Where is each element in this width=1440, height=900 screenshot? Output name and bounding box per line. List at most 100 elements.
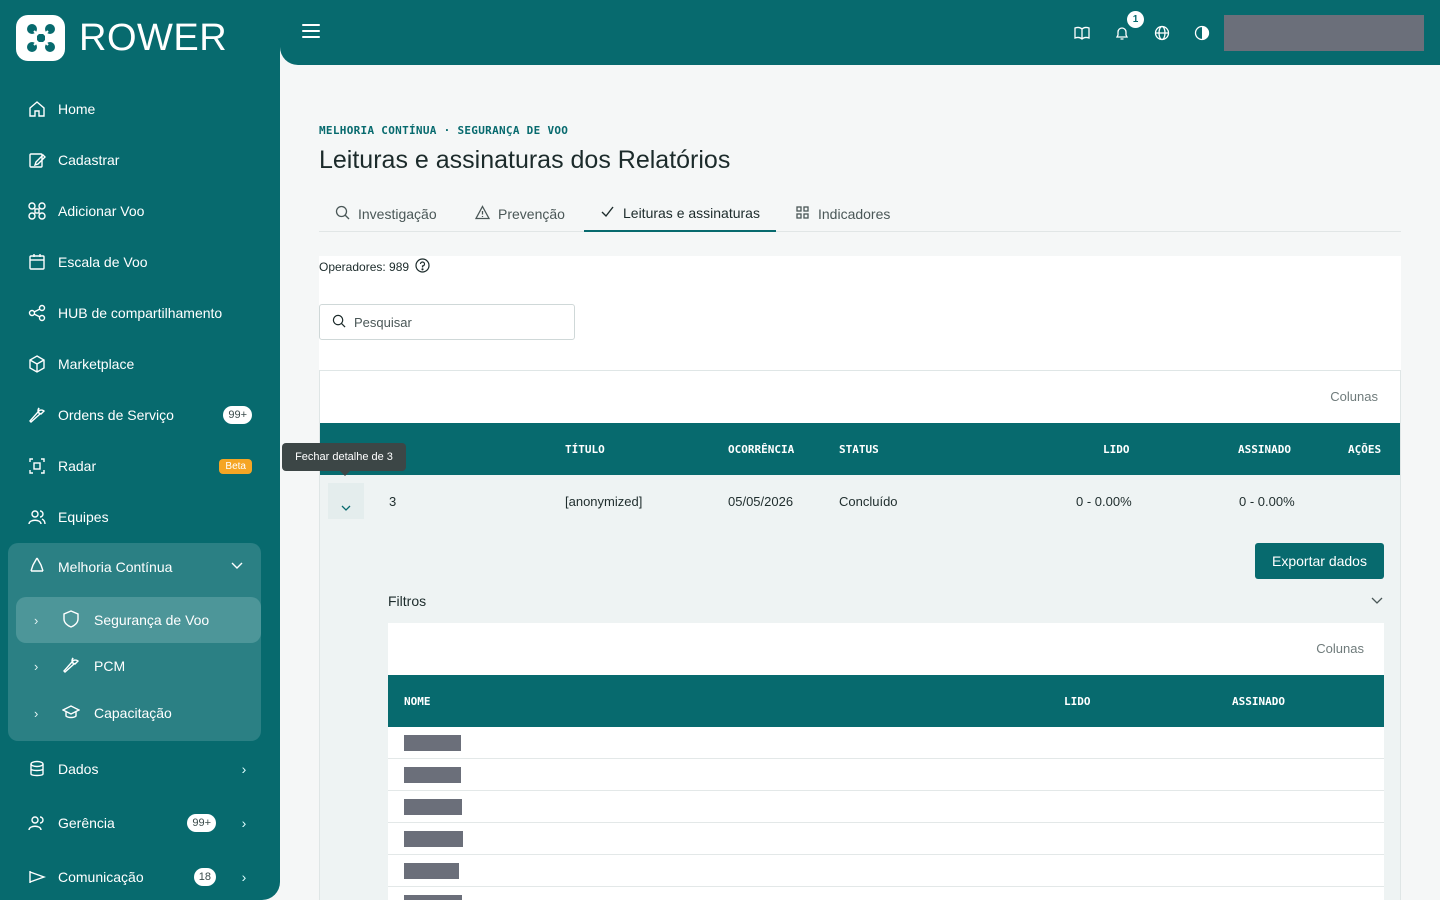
beta-badge: Beta — [219, 458, 252, 474]
help-icon[interactable] — [415, 258, 430, 276]
chevron-right-icon: › — [34, 705, 39, 721]
sidebar-item-label: Comunicação — [58, 869, 144, 885]
logo-text: ROWER — [79, 16, 228, 59]
tab-label: Investigação — [358, 206, 437, 222]
wrench-icon — [62, 656, 80, 677]
sidebar-item-label: Segurança de Voo — [94, 612, 210, 628]
redacted-name — [404, 735, 461, 751]
sidebar-item-label: Home — [58, 101, 96, 117]
readers-table: Colunas NOME LIDO ASSINADO — [388, 623, 1384, 900]
theme-toggle-icon[interactable] — [1194, 25, 1210, 41]
sidebar-item-escala-de-voo[interactable]: Escala de Voo — [28, 250, 252, 274]
header-actions: AÇÕES — [1348, 443, 1382, 456]
sidebar: ROWER Home Cadastrar Adicionar Voo Escal… — [0, 0, 280, 900]
sidebar-item-cadastrar[interactable]: Cadastrar — [28, 148, 252, 172]
export-data-button[interactable]: Exportar dados — [1255, 543, 1384, 579]
sidebar-group-header[interactable]: Melhoria Contínua — [28, 556, 244, 577]
table-row — [388, 727, 1384, 759]
drone-logo-icon — [16, 15, 65, 61]
notification-badge: 1 — [1127, 11, 1144, 28]
sidebar-item-label: HUB de compartilhamento — [58, 305, 223, 321]
sidebar-item-home[interactable]: Home — [28, 97, 252, 121]
sidebar-item-label: Gerência — [58, 815, 115, 831]
table-row — [388, 791, 1384, 823]
tab-label: Prevenção — [498, 206, 565, 222]
chevron-down-icon — [230, 558, 244, 575]
sidebar-item-ordens-de-servico[interactable]: Ordens de Serviço 99+ — [28, 403, 252, 427]
header-occurrence[interactable]: OCORRÊNCIA — [728, 443, 794, 456]
sidebar-item-label: Adicionar Voo — [58, 203, 145, 219]
recycle-icon — [28, 556, 46, 577]
tab-bar: Investigação Prevenção Leituras e assina… — [319, 196, 1401, 232]
sidebar-item-adicionar-voo[interactable]: Adicionar Voo — [28, 199, 252, 223]
table-row — [388, 823, 1384, 855]
header-read[interactable]: LIDO — [1064, 695, 1091, 708]
chevron-down-icon — [340, 502, 352, 517]
search-icon — [332, 314, 346, 331]
home-icon — [28, 100, 46, 118]
sidebar-item-label: Equipes — [58, 509, 109, 525]
columns-button[interactable]: Colunas — [1330, 389, 1378, 404]
header-signed[interactable]: ASSINADO — [1232, 695, 1285, 708]
search-placeholder: Pesquisar — [354, 314, 412, 330]
sidebar-item-seguranca-de-voo[interactable]: › Segurança de Voo — [16, 597, 261, 643]
header-status[interactable]: STATUS — [839, 443, 879, 456]
count-badge: 99+ — [187, 814, 216, 832]
graduation-cap-icon — [61, 703, 81, 724]
breadcrumb: MELHORIA CONTÍNUA · SEGURANÇA DE VOO — [319, 124, 569, 137]
sidebar-item-dados[interactable]: Dados › — [28, 757, 252, 781]
operators-label: Operadores: 989 — [319, 260, 410, 274]
box-icon — [28, 355, 46, 373]
table-row[interactable]: 3 [anonymized] 05/05/2026 Concluído 0 - … — [320, 475, 1400, 527]
logo[interactable]: ROWER — [16, 15, 227, 61]
header-name[interactable]: NOME — [404, 695, 431, 708]
sidebar-group-melhoria-continua: Melhoria Contínua › Segurança de Voo › P… — [8, 543, 261, 741]
filters-toggle[interactable]: Filtros — [388, 593, 1384, 610]
tooltip: Fechar detalhe de 3 — [282, 443, 406, 476]
globe-icon[interactable] — [1154, 25, 1170, 41]
bell-icon[interactable] — [1114, 25, 1130, 41]
sidebar-item-equipes[interactable]: Equipes — [28, 505, 252, 529]
sidebar-item-label: Ordens de Serviço — [58, 407, 174, 423]
row-detail-panel: Exportar dados Filtros Colunas NOME LIDO… — [320, 527, 1400, 900]
collapse-row-button[interactable] — [328, 483, 364, 519]
sidebar-item-marketplace[interactable]: Marketplace — [28, 352, 252, 376]
tab-investigacao[interactable]: Investigação — [319, 196, 453, 232]
user-menu[interactable] — [1224, 15, 1424, 51]
header-read[interactable]: LIDO — [1103, 443, 1130, 456]
sidebar-item-hub[interactable]: HUB de compartilhamento — [28, 301, 252, 325]
columns-button[interactable]: Colunas — [1316, 641, 1364, 656]
content-panel: Operadores: 989 Pesquisar Colunas ID TÍT… — [319, 256, 1401, 900]
chevron-right-icon: › — [241, 761, 247, 777]
sidebar-item-radar[interactable]: Radar Beta — [28, 454, 252, 478]
chevron-right-icon: › — [241, 815, 247, 831]
sidebar-item-label: Dados — [58, 761, 99, 777]
megaphone-icon — [28, 868, 46, 886]
sidebar-item-capacitacao[interactable]: › Capacitação — [16, 690, 261, 736]
users-icon — [28, 814, 46, 832]
tab-indicadores[interactable]: Indicadores — [779, 196, 906, 232]
chevron-down-icon — [1370, 593, 1384, 610]
search-input[interactable]: Pesquisar — [319, 304, 575, 340]
book-icon[interactable] — [1074, 25, 1090, 41]
header-title[interactable]: TÍTULO — [565, 443, 605, 456]
chevron-right-icon: › — [34, 658, 39, 674]
edit-icon — [28, 151, 46, 169]
tab-leituras-e-assinaturas[interactable]: Leituras e assinaturas — [584, 196, 776, 232]
cell-title: [anonymized] — [565, 494, 643, 509]
sidebar-item-label: PCM — [94, 658, 126, 674]
header-signed[interactable]: ASSINADO — [1238, 443, 1291, 456]
page-title: Leituras e assinaturas dos Relatórios — [319, 146, 731, 174]
redacted-name — [404, 895, 462, 900]
sidebar-item-label: Marketplace — [58, 356, 135, 372]
tab-prevencao[interactable]: Prevenção — [459, 196, 581, 232]
tab-label: Indicadores — [818, 206, 891, 222]
radar-icon — [28, 457, 46, 475]
database-icon — [28, 760, 46, 778]
sidebar-item-comunicacao[interactable]: Comunicação 18 › — [28, 865, 252, 889]
search-icon — [335, 205, 350, 223]
sidebar-item-pcm[interactable]: › PCM — [16, 643, 261, 689]
menu-icon[interactable] — [302, 24, 320, 42]
sidebar-item-gerencia[interactable]: Gerência 99+ › — [28, 811, 252, 835]
table-row — [388, 855, 1384, 887]
